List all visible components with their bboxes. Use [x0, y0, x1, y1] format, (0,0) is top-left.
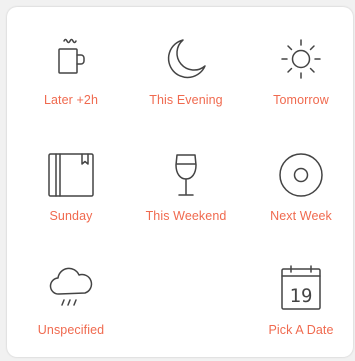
option-unspecified[interactable]: Unspecified [17, 261, 125, 361]
snooze-options-panel: Later +2h This Evening Tomorrow Sunday T… [7, 7, 353, 357]
option-label: This Evening [149, 93, 223, 107]
option-label: Tomorrow [273, 93, 329, 107]
moon-icon [158, 31, 214, 87]
option-label: Next Week [270, 209, 332, 223]
option-sunday[interactable]: Sunday [17, 147, 125, 247]
calendar-day-number: 19 [290, 285, 313, 307]
wine-glass-icon [158, 147, 214, 203]
option-label: Unspecified [37, 323, 105, 337]
option-pick-a-date[interactable]: 19 Pick A Date [247, 261, 355, 361]
coffee-cup-icon [43, 31, 99, 87]
option-this-weekend[interactable]: This Weekend [132, 147, 240, 247]
option-label: Later +2h [43, 93, 99, 107]
option-later-2h[interactable]: Later +2h [17, 31, 125, 131]
calendar-icon: 19 [273, 261, 329, 317]
sun-icon [273, 31, 329, 87]
rain-cloud-icon [43, 261, 99, 317]
book-icon [43, 147, 99, 203]
option-next-week[interactable]: Next Week [247, 147, 355, 247]
option-this-evening[interactable]: This Evening [132, 31, 240, 131]
option-label: Pick A Date [268, 323, 334, 337]
option-label: Sunday [49, 209, 93, 223]
option-tomorrow[interactable]: Tomorrow [247, 31, 355, 131]
disc-icon [273, 147, 329, 203]
option-label: This Weekend [145, 209, 227, 223]
